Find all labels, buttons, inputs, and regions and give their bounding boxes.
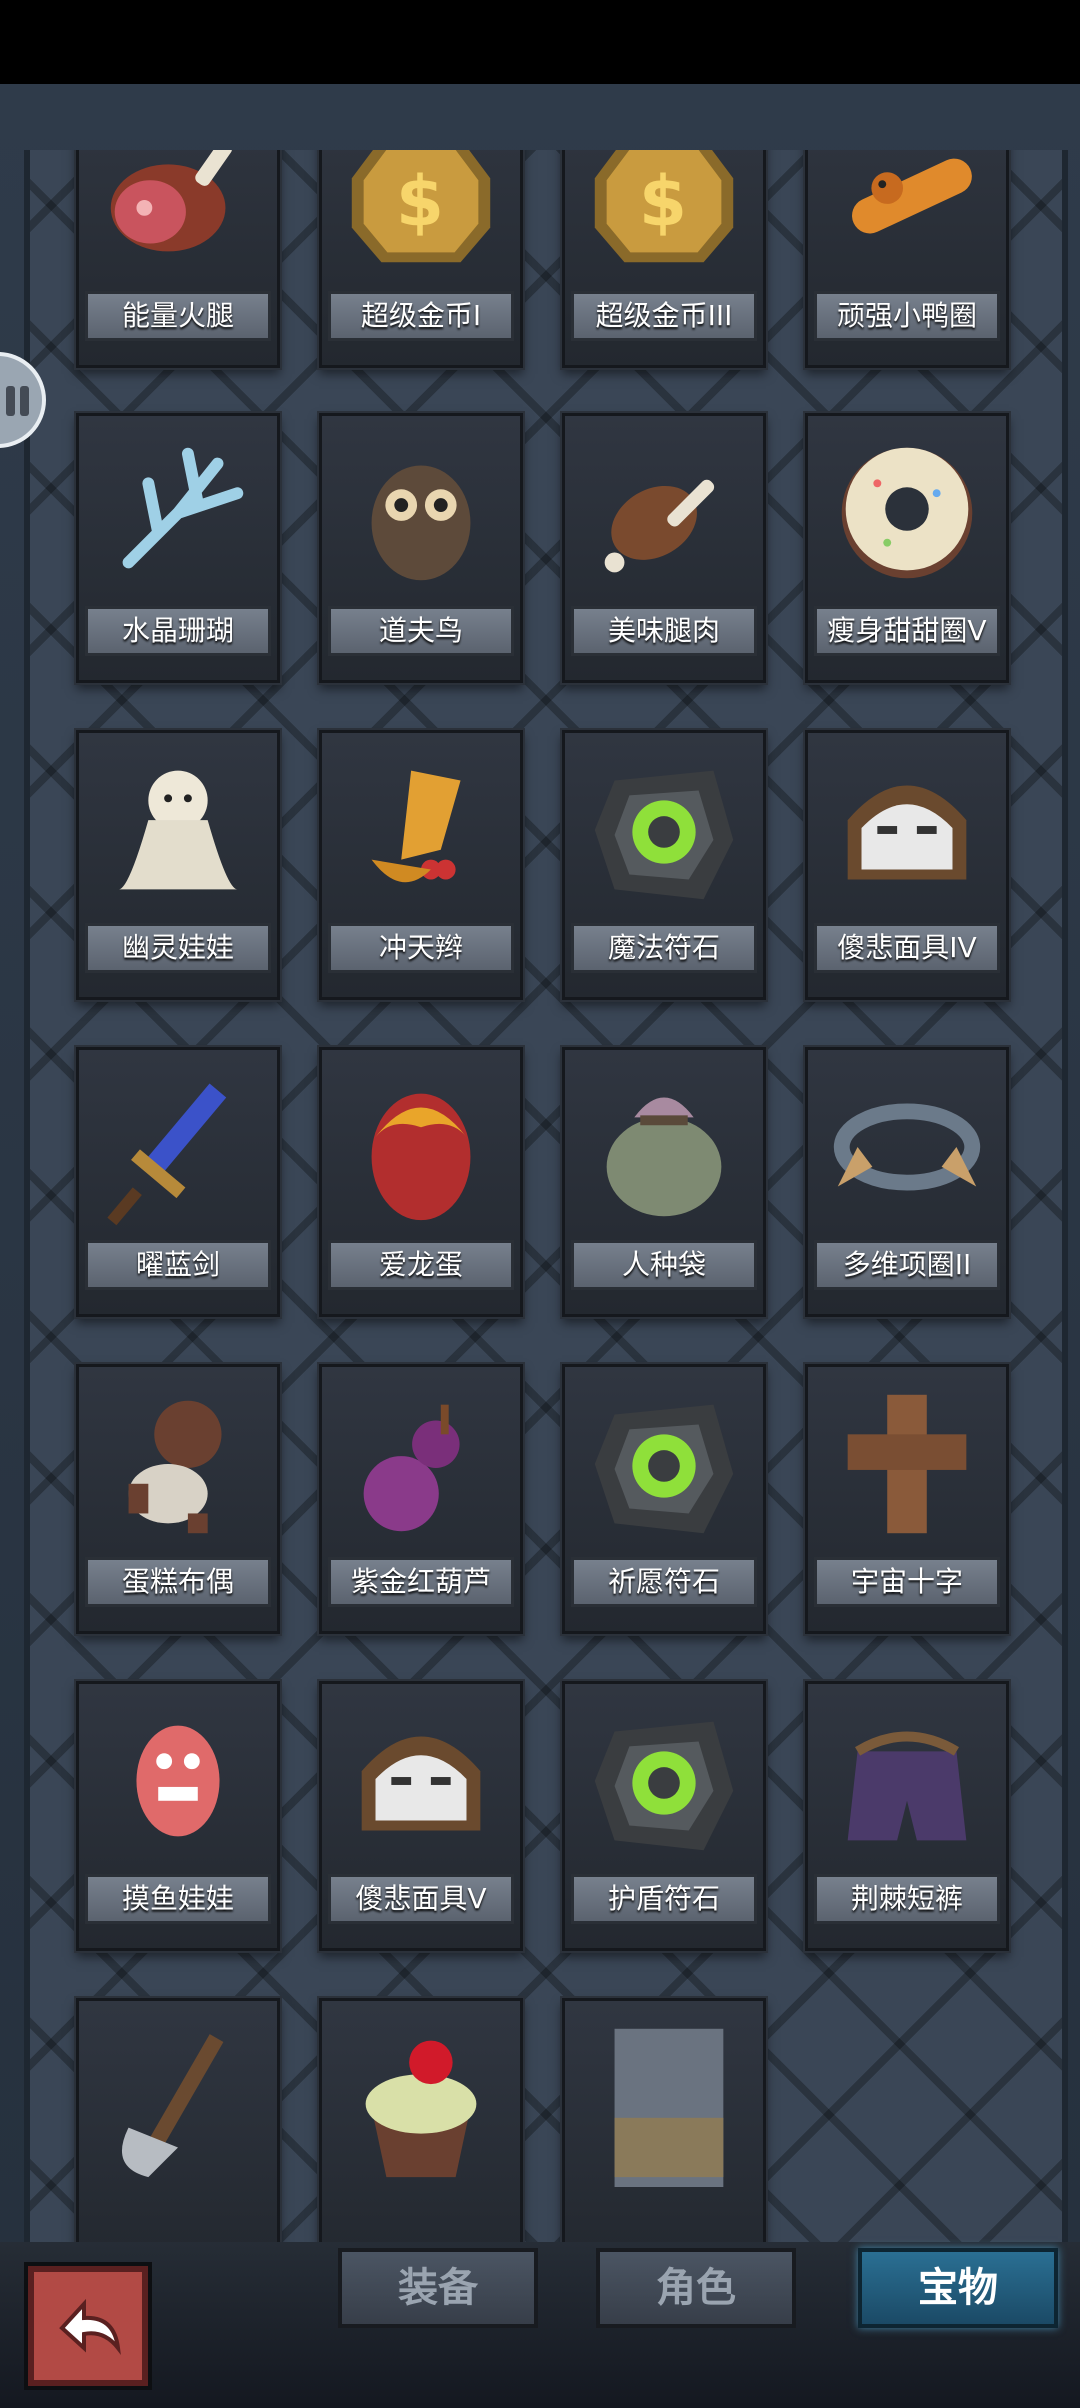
sword-icon xyxy=(89,1058,267,1236)
item-name: 瘦身甜甜圈V xyxy=(814,606,1000,656)
item-card[interactable]: 魔法符石 xyxy=(562,730,766,1000)
item-card[interactable]: 紫金红葫芦 xyxy=(319,1364,523,1634)
item-card[interactable]: 人种袋 xyxy=(562,1047,766,1317)
rune-stone-icon xyxy=(575,1692,753,1870)
item-card[interactable]: 多维项圈II xyxy=(805,1047,1009,1317)
crystal-coral-icon xyxy=(89,424,267,602)
item-name: 能量火腿 xyxy=(85,291,271,341)
rune-stone-icon xyxy=(575,1375,753,1553)
item-card[interactable]: 荆棘短裤 xyxy=(805,1681,1009,1951)
rune-stone-icon xyxy=(575,741,753,919)
back-button[interactable] xyxy=(28,2266,148,2386)
drumstick-icon xyxy=(575,424,753,602)
duck-ring-icon xyxy=(818,150,996,287)
cross-icon xyxy=(818,1375,996,1553)
axe-icon xyxy=(89,2009,267,2187)
donut-icon xyxy=(818,424,996,602)
fish-doll-icon xyxy=(89,1692,267,1870)
collar-icon xyxy=(818,1058,996,1236)
owl-icon xyxy=(332,424,510,602)
item-card[interactable] xyxy=(562,1998,766,2268)
item-card[interactable]: 宇宙十字 xyxy=(805,1364,1009,1634)
item-name: 摸鱼娃娃 xyxy=(85,1874,271,1924)
item-scroll-area[interactable]: 能量火腿 $ 超级金币I $ 超级金币III 顽强小鸭圈水晶珊瑚 道夫鸟 美味腿肉 瘦身甜甜圈V… xyxy=(24,150,1068,2300)
cupcake-icon xyxy=(332,2009,510,2187)
item-name: 傻悲面具IV xyxy=(814,923,1000,973)
item-name: 幽灵娃娃 xyxy=(85,923,271,973)
item-card[interactable]: 美味腿肉 xyxy=(562,413,766,683)
item-card[interactable] xyxy=(319,1998,523,2268)
svg-text:$: $ xyxy=(639,163,687,243)
status-bar xyxy=(0,0,1080,84)
item-name: 多维项圈II xyxy=(814,1240,1000,1290)
mask-icon xyxy=(818,741,996,919)
item-name: 人种袋 xyxy=(571,1240,757,1290)
item-card[interactable]: $ 超级金币III xyxy=(562,150,766,368)
cake-doll-icon xyxy=(89,1375,267,1553)
gold-coin-icon: $ xyxy=(575,150,753,287)
item-name: 蛋糕布偶 xyxy=(85,1557,271,1607)
ghost-doll-icon xyxy=(89,741,267,919)
mask-icon xyxy=(332,1692,510,1870)
item-name: 傻悲面具V xyxy=(328,1874,514,1924)
sack-icon xyxy=(575,1058,753,1236)
item-name: 魔法符石 xyxy=(571,923,757,973)
item-name: 曜蓝剑 xyxy=(85,1240,271,1290)
item-card[interactable]: 傻悲面具IV xyxy=(805,730,1009,1000)
item-card[interactable] xyxy=(76,1998,280,2268)
item-grid: 能量火腿 $ 超级金币I $ 超级金币III 顽强小鸭圈水晶珊瑚 道夫鸟 美味腿肉 瘦身甜甜圈V… xyxy=(30,150,1062,2290)
item-name: 紫金红葫芦 xyxy=(328,1557,514,1607)
item-name: 美味腿肉 xyxy=(571,606,757,656)
gold-coin-icon: $ xyxy=(332,150,510,287)
return-arrow-icon xyxy=(59,2298,121,2355)
item-name: 冲天辫 xyxy=(328,923,514,973)
item-card[interactable]: 冲天辫 xyxy=(319,730,523,1000)
item-name: 超级金币I xyxy=(328,291,514,341)
item-card[interactable]: 瘦身甜甜圈V xyxy=(805,413,1009,683)
item-card[interactable]: 蛋糕布偶 xyxy=(76,1364,280,1634)
dragon-egg-icon xyxy=(332,1058,510,1236)
item-card[interactable]: 道夫鸟 xyxy=(319,413,523,683)
item-name: 护盾符石 xyxy=(571,1874,757,1924)
item-name: 祈愿符石 xyxy=(571,1557,757,1607)
item-card[interactable]: 曜蓝剑 xyxy=(76,1047,280,1317)
svg-text:$: $ xyxy=(396,163,444,243)
item-card[interactable]: 祈愿符石 xyxy=(562,1364,766,1634)
item-card[interactable]: 顽强小鸭圈 xyxy=(805,150,1009,368)
ham-icon xyxy=(89,150,267,287)
item-card[interactable]: 傻悲面具V xyxy=(319,1681,523,1951)
item-card[interactable]: 爱龙蛋 xyxy=(319,1047,523,1317)
item-card[interactable]: 护盾符石 xyxy=(562,1681,766,1951)
inventory-frame: 能量火腿 $ 超级金币I $ 超级金币III 顽强小鸭圈水晶珊瑚 道夫鸟 美味腿肉 瘦身甜甜圈V… xyxy=(0,84,1080,2300)
thorn-shorts-icon xyxy=(818,1692,996,1870)
item-card[interactable]: $ 超级金币I xyxy=(319,150,523,368)
item-name: 荆棘短裤 xyxy=(814,1874,1000,1924)
item-name: 爱龙蛋 xyxy=(328,1240,514,1290)
item-name: 水晶珊瑚 xyxy=(85,606,271,656)
gourd-icon xyxy=(332,1375,510,1553)
item-card[interactable]: 水晶珊瑚 xyxy=(76,413,280,683)
item-name: 超级金币III xyxy=(571,291,757,341)
item-name: 宇宙十字 xyxy=(814,1557,1000,1607)
item-card[interactable]: 能量火腿 xyxy=(76,150,280,368)
item-name: 道夫鸟 xyxy=(328,606,514,656)
item-name: 顽强小鸭圈 xyxy=(814,291,1000,341)
tab-character[interactable]: 角色 xyxy=(596,2248,796,2328)
tab-treasure[interactable]: 宝物 xyxy=(858,2248,1058,2328)
tab-equipment[interactable]: 装备 xyxy=(338,2248,538,2328)
item-card[interactable]: 幽灵娃娃 xyxy=(76,730,280,1000)
armor-icon xyxy=(575,2009,753,2187)
item-card[interactable]: 摸鱼娃娃 xyxy=(76,1681,280,1951)
ponytail-icon xyxy=(332,741,510,919)
